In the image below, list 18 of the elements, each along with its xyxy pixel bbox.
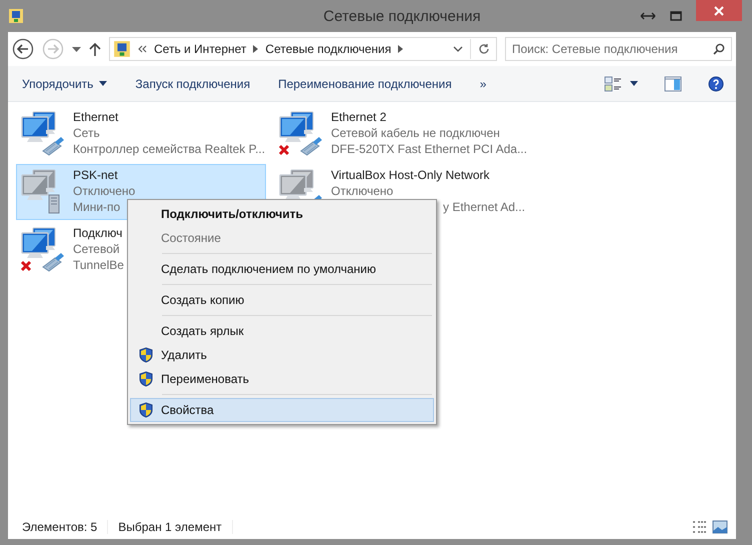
- device-name: Контроллер семейства Realtek P...: [73, 141, 263, 157]
- connection-status: Отключено: [331, 183, 394, 199]
- connection-status: Отключено: [73, 183, 136, 199]
- connection-status: Сеть: [73, 125, 101, 141]
- status-text: Элементов: 5: [16, 520, 108, 534]
- connection-name: Ethernet 2: [331, 109, 388, 125]
- connection-name: PSK-net: [73, 167, 119, 183]
- connection-name: VirtualBox Host-Only Network: [331, 167, 490, 183]
- window-title: Сетевые подключения: [322, 8, 482, 24]
- connection-status: Сетевой кабель не подключен: [331, 125, 501, 141]
- status-text: Выбран 1 элемент: [112, 520, 233, 534]
- device-name: DFE-520TX Fast Ethernet PCI Ada...: [331, 141, 528, 157]
- connection-status: Сетевой: [73, 241, 121, 257]
- device-name: Мини-по: [73, 199, 122, 215]
- connection-name: Ethernet: [73, 109, 120, 125]
- device-name: y Ethernet Ad...: [443, 199, 526, 215]
- device-name: TunnelBe: [73, 257, 124, 273]
- connection-name: Подключ: [73, 225, 124, 241]
